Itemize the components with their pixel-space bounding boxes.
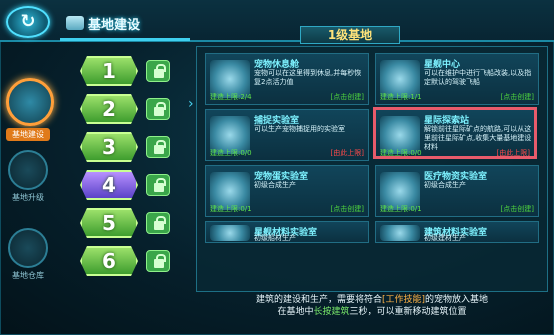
hint-text: 建筑的建设和生产，需要将符合 bbox=[255, 295, 382, 305]
create-button[interactable]: [点击创建] bbox=[501, 92, 534, 102]
level-row-5[interactable]: 5 bbox=[80, 208, 190, 238]
title-underline bbox=[60, 38, 190, 41]
base-title-icon bbox=[66, 16, 84, 30]
hint-message: 建筑的建设和生产，需要将符合[工作技能]的宠物放入基地 在基地中长按建筑三秒，可… bbox=[196, 294, 548, 318]
building-card-star-explore[interactable]: 星际探索站 解锁前往星际矿点的航路,可以从这里前往星际矿点,收集大量基地建设材料… bbox=[373, 107, 537, 159]
hint-highlight: 长按建筑 bbox=[313, 307, 350, 317]
build-limit: 建造上限:0/0 bbox=[380, 149, 422, 157]
category-label: 基地建设 bbox=[6, 128, 50, 141]
building-card-ship-material-lab[interactable]: 星舰材料实验室 初级船材生产 bbox=[205, 221, 369, 243]
hint-highlight: [工作技能] bbox=[381, 295, 426, 305]
lock-icon bbox=[146, 250, 170, 272]
create-button[interactable]: [点击创建] bbox=[501, 204, 534, 214]
build-limit: 建造上限:2/4 bbox=[210, 93, 252, 101]
building-desc: 初级合成生产 bbox=[254, 181, 296, 189]
base-upgrade-icon bbox=[8, 150, 48, 190]
building-card-medical-lab[interactable]: 医疗物资实验室 初级合成生产 建造上限:0/1 [点击创建] bbox=[375, 165, 539, 217]
level-number: 3 bbox=[102, 135, 116, 159]
category-warehouse[interactable]: 基地仓库 bbox=[6, 228, 50, 281]
limit-reached-status: [由此上限] bbox=[330, 149, 364, 157]
warehouse-box-icon bbox=[8, 228, 48, 268]
limit-reached-status: [由此上限] bbox=[496, 149, 530, 157]
back-arrow-icon[interactable]: ↻ bbox=[6, 6, 50, 38]
building-card-build-material-lab[interactable]: 建筑材料实验室 初级建材生产 bbox=[375, 221, 539, 243]
header-bar: ↻ 基地建设 1级基地 bbox=[0, 0, 554, 44]
level-row-2[interactable]: 2 bbox=[80, 94, 190, 124]
level-row-1[interactable]: 1 bbox=[80, 56, 190, 86]
building-list-panel: 宠物休息舱 宠物可以在这里得到休息,并每秒恢复2点活力值 建造上限:2/4 [点… bbox=[196, 46, 548, 292]
hint-text: 的宠物放入基地 bbox=[425, 295, 489, 305]
category-base-building[interactable]: 基地建设 bbox=[6, 78, 54, 141]
building-card-pet-egg-lab[interactable]: 宠物蛋实验室 初级合成生产 建造上限:0/1 [点击创建] bbox=[205, 165, 369, 217]
create-button[interactable]: [点击创建] bbox=[331, 204, 364, 214]
building-desc: 可以生产宠物捕捉用的实验室 bbox=[254, 125, 345, 133]
hint-line-1: 建筑的建设和生产，需要将符合[工作技能]的宠物放入基地 bbox=[196, 294, 548, 306]
building-card-capture-lab[interactable]: 捕捉实验室 可以生产宠物捕捉用的实验室 建造上限:0/0 [由此上限] bbox=[205, 109, 369, 161]
building-desc: 初级船材生产 bbox=[254, 234, 296, 242]
level-row-6[interactable]: 6 bbox=[80, 246, 190, 276]
hint-text: 三秒，可以重新移动建筑位置 bbox=[349, 307, 467, 317]
building-desc: 初级合成生产 bbox=[424, 181, 466, 189]
hint-text: 在基地中 bbox=[277, 307, 314, 317]
build-limit: 建造上限:0/1 bbox=[380, 205, 422, 213]
build-limit: 建造上限:0/1 bbox=[210, 205, 252, 213]
building-card-pet-rest[interactable]: 宠物休息舱 宠物可以在这里得到休息,并每秒恢复2点活力值 建造上限:2/4 [点… bbox=[205, 53, 369, 105]
hint-line-2: 在基地中长按建筑三秒，可以重新移动建筑位置 bbox=[196, 306, 548, 318]
lock-icon bbox=[146, 136, 170, 158]
level-row-4[interactable]: 4 bbox=[80, 170, 190, 200]
ship-material-lab-icon bbox=[210, 225, 250, 241]
lock-icon bbox=[146, 174, 170, 196]
building-desc: 初级建材生产 bbox=[424, 234, 466, 242]
tab-level-1-base[interactable]: 1级基地 bbox=[300, 26, 400, 44]
lock-icon bbox=[146, 60, 170, 82]
build-limit: 建造上限:0/0 bbox=[210, 149, 252, 157]
level-number: 1 bbox=[102, 59, 116, 83]
page-title: 基地建设 bbox=[88, 18, 141, 33]
base-building-icon bbox=[6, 78, 54, 126]
category-base-upgrade[interactable]: 基地升级 bbox=[6, 150, 50, 203]
level-row-3[interactable]: 3 bbox=[80, 132, 190, 162]
chevron-right-icon: › bbox=[188, 96, 194, 112]
building-desc: 可以在维护中进行飞船改装,以及指定默认的驾驶飞船 bbox=[424, 69, 532, 86]
create-button[interactable]: [点击创建] bbox=[331, 92, 364, 102]
category-label: 基地仓库 bbox=[12, 271, 44, 280]
lock-icon bbox=[146, 212, 170, 234]
category-label: 基地升级 bbox=[12, 193, 44, 202]
build-limit: 建造上限:1/1 bbox=[380, 93, 422, 101]
build-material-lab-icon bbox=[380, 225, 420, 241]
level-number: 5 bbox=[102, 211, 116, 235]
building-desc: 宠物可以在这里得到休息,并每秒恢复2点活力值 bbox=[254, 69, 362, 86]
level-number: 6 bbox=[102, 249, 116, 273]
building-card-starship-center[interactable]: 星舰中心 可以在维护中进行飞船改装,以及指定默认的驾驶飞船 建造上限:1/1 [… bbox=[375, 53, 539, 105]
level-number: 4 bbox=[102, 173, 116, 197]
lock-icon bbox=[146, 98, 170, 120]
level-number: 2 bbox=[102, 97, 116, 121]
